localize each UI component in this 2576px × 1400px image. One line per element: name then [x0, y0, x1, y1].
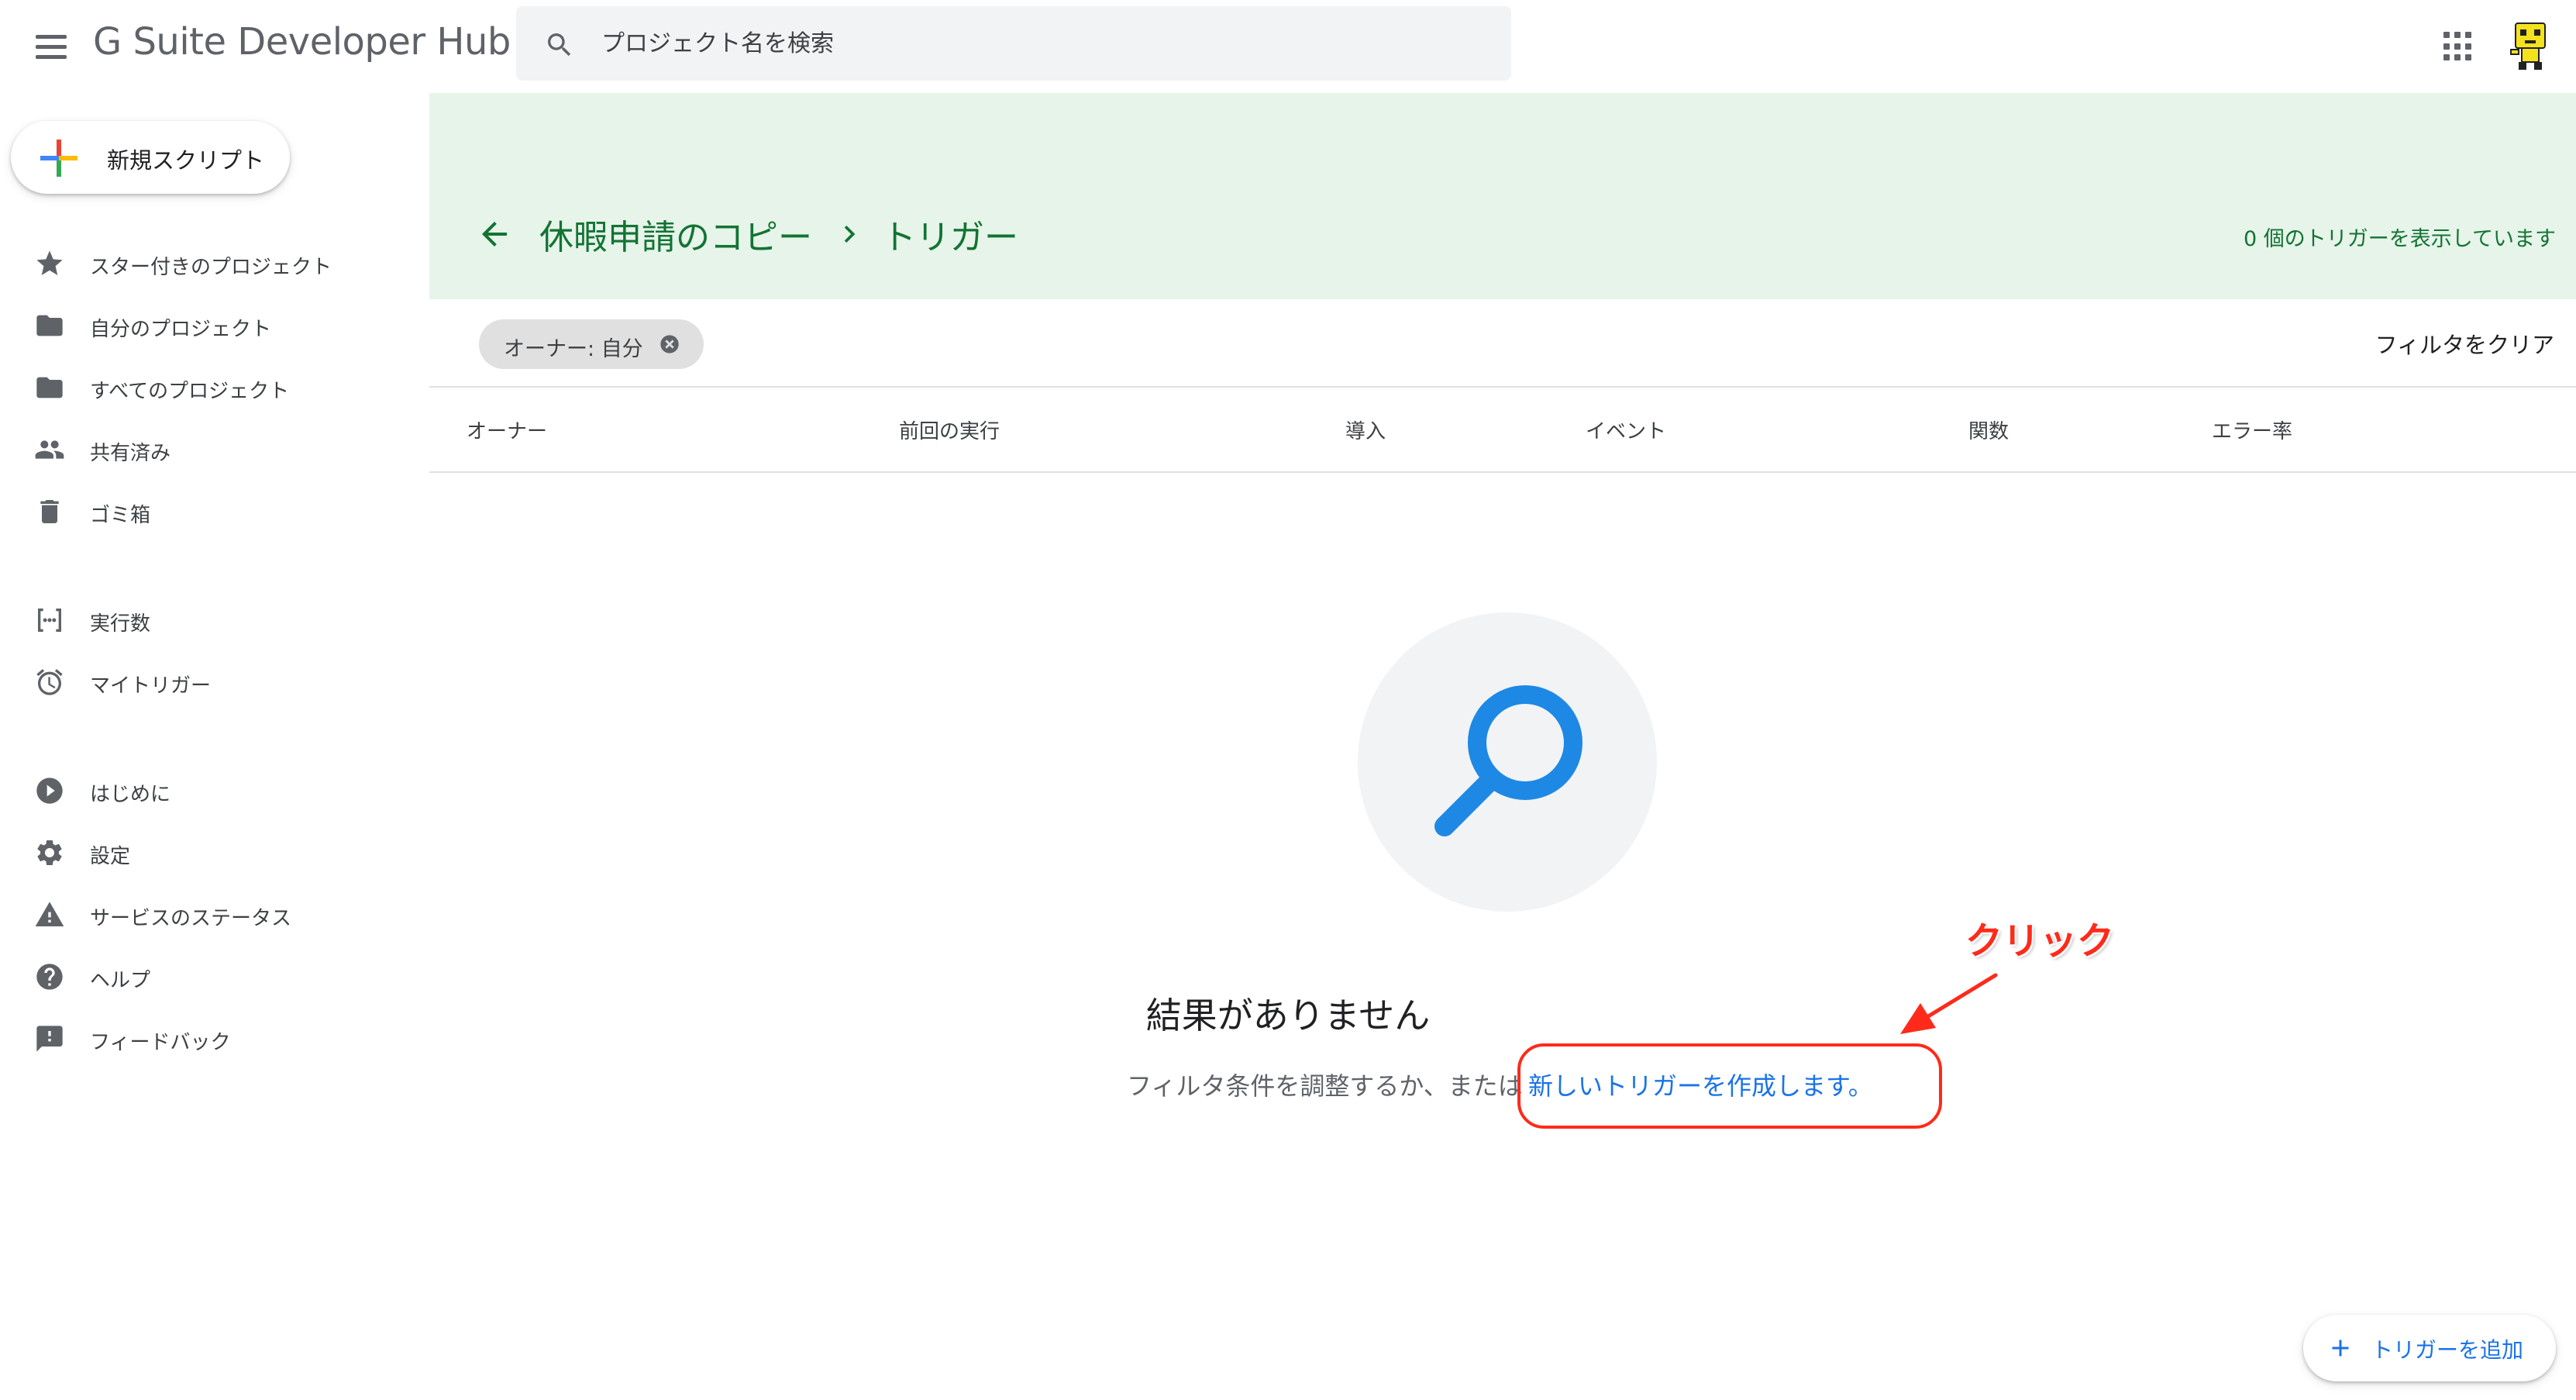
- empty-state-message: フィルタ条件を調整するか、または: [1127, 1071, 1523, 1101]
- search-input[interactable]: [601, 19, 1485, 68]
- sidebar-item-label: 共有済み: [90, 442, 171, 465]
- app-page: G Suite Developer Hub プロジェクト名を検索 新規スクリプト…: [0, 0, 2576, 1400]
- table-header: オーナー 前回の実行 導入 イベント 関数 エラー率: [429, 386, 2576, 473]
- plus-icon: [2332, 1340, 2349, 1357]
- sidebar-item-service-status[interactable]: サービスのステータス: [0, 885, 418, 941]
- colorful-plus-icon: [40, 140, 77, 177]
- owner-filter-chip[interactable]: オーナー: 自分: [479, 319, 704, 369]
- app-title: G Suite Developer Hub: [93, 20, 511, 64]
- add-trigger-button[interactable]: トリガーを追加: [2303, 1315, 2556, 1381]
- clear-filter-button[interactable]: フィルタをクリア: [2375, 327, 2554, 360]
- annotation-arrow-icon: [1900, 973, 1998, 1034]
- column-deployment[interactable]: 導入: [1345, 416, 1386, 444]
- sidebar-item-getting-started[interactable]: はじめに: [0, 761, 418, 817]
- sidebar-item-trash[interactable]: ゴミ箱: [0, 482, 418, 538]
- alarm-clock-icon: [36, 669, 63, 695]
- sidebar-item-label: 設定: [90, 845, 131, 868]
- back-arrow-icon[interactable]: [476, 216, 513, 253]
- column-function[interactable]: 関数: [1968, 416, 2009, 444]
- sidebar-item-label: 実行数: [90, 612, 151, 636]
- trash-icon: [40, 500, 59, 523]
- filter-chip-label: オーナー: 自分: [504, 337, 643, 361]
- sidebar-item-settings[interactable]: 設定: [0, 823, 418, 879]
- play-circle-icon: [36, 778, 63, 804]
- folder-icon: [36, 377, 63, 398]
- empty-state-illustration: [1358, 612, 1657, 912]
- magnifier-icon: [1434, 685, 1582, 836]
- sidebar-item-executions[interactable]: 実行数: [0, 591, 418, 647]
- annotation-highlight-box: [1517, 1043, 1942, 1129]
- top-bar: G Suite Developer Hub: [0, 0, 2576, 93]
- column-owner[interactable]: オーナー: [467, 416, 547, 444]
- page-title: トリガー: [882, 218, 1018, 257]
- page-header: 休暇申請のコピー トリガー 0 個のトリガーを表示しています: [429, 93, 2576, 299]
- trigger-count: 0 個のトリガーを表示しています: [2244, 227, 2556, 251]
- star-icon: [36, 250, 63, 275]
- new-script-button[interactable]: 新規スクリプト: [11, 121, 290, 194]
- hamburger-menu-icon[interactable]: [31, 26, 71, 67]
- sidebar-item-all-projects[interactable]: すべてのプロジェクト: [0, 358, 418, 414]
- search-box[interactable]: [516, 6, 1511, 81]
- avatar[interactable]: [2506, 17, 2554, 73]
- annotation-label: クリック: [1965, 919, 2115, 963]
- sidebar-item-label: ゴミ箱: [90, 504, 151, 527]
- sidebar-item-label: スター付きのプロジェクト: [90, 256, 332, 279]
- close-icon[interactable]: [659, 333, 680, 355]
- apps-grid-icon[interactable]: [2441, 29, 2475, 64]
- sidebar-item-shared[interactable]: 共有済み: [0, 420, 418, 476]
- gear-icon: [37, 840, 62, 865]
- search-icon: [548, 33, 571, 57]
- column-error-rate[interactable]: エラー率: [2212, 416, 2292, 444]
- breadcrumb-project[interactable]: 休暇申請のコピー: [539, 209, 812, 259]
- sidebar-item-label: マイトリガー: [90, 674, 212, 698]
- sidebar-item-starred[interactable]: スター付きのプロジェクト: [0, 234, 418, 290]
- folder-icon: [36, 315, 63, 336]
- warning-icon: [35, 902, 64, 926]
- sidebar-item-label: 自分のプロジェクト: [90, 318, 272, 341]
- chevron-right-icon: [844, 226, 856, 243]
- sidebar-item-my-projects[interactable]: 自分のプロジェクト: [0, 296, 418, 352]
- sidebar-item-my-triggers[interactable]: マイトリガー: [0, 653, 418, 709]
- sidebar-item-label: サービスのステータス: [90, 907, 292, 930]
- add-trigger-label: トリガーを追加: [2371, 1337, 2524, 1363]
- executions-icon: [38, 609, 61, 632]
- column-event[interactable]: イベント: [1586, 416, 1666, 444]
- empty-state-title: 結果がありません: [1145, 995, 1431, 1036]
- sidebar-item-label: はじめに: [90, 783, 171, 806]
- sidebar-item-label: すべてのプロジェクト: [90, 380, 290, 403]
- column-last-run[interactable]: 前回の実行: [899, 416, 1000, 444]
- new-script-label: 新規スクリプト: [107, 147, 265, 174]
- people-icon: [35, 440, 64, 459]
